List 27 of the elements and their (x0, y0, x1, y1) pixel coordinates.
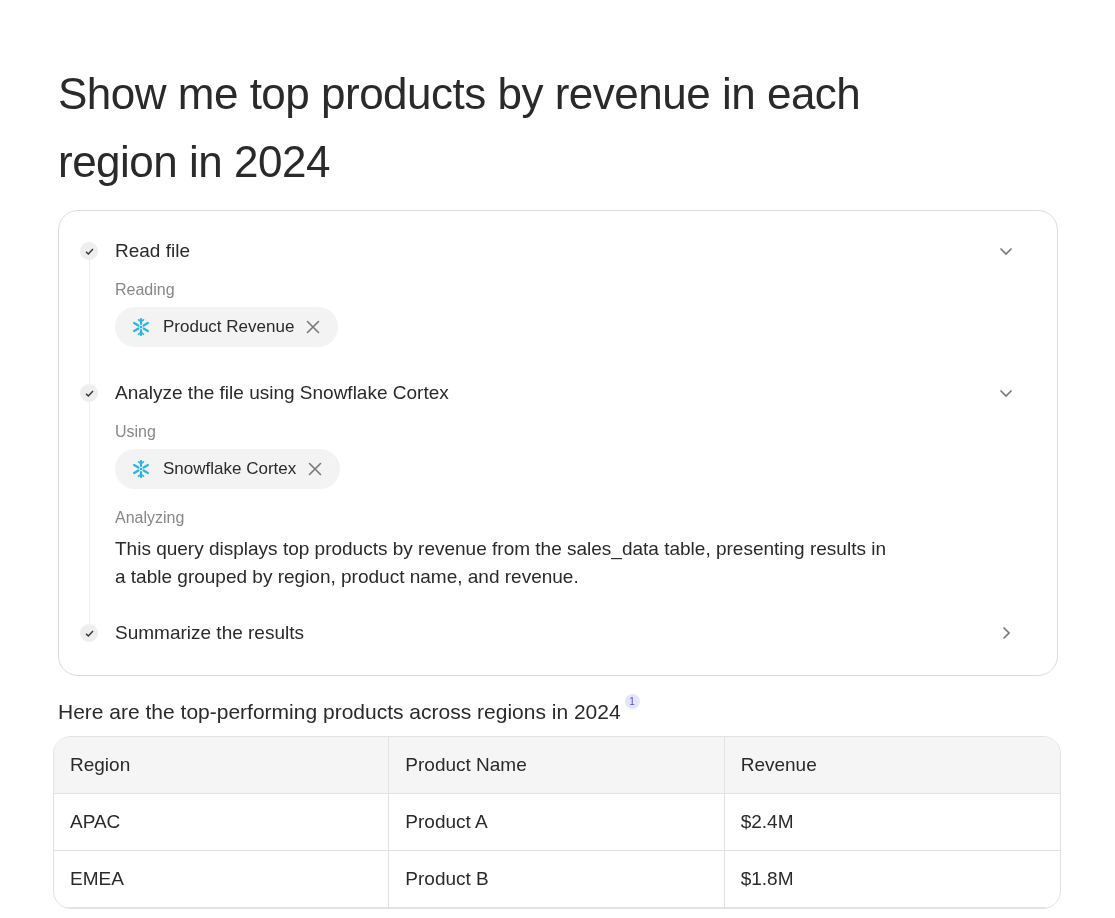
table-cell: Product A (389, 794, 725, 851)
snowflake-icon (131, 459, 151, 479)
footnote-badge[interactable]: 1 (624, 694, 640, 709)
table-cell: $1.8M (724, 851, 1060, 908)
step-title[interactable]: Analyze the file using Snowflake Cortex (115, 382, 999, 404)
table-cell: $2.4M (724, 794, 1060, 851)
column-header: Revenue (724, 737, 1060, 794)
step-title[interactable]: Read file (115, 240, 999, 262)
close-icon[interactable] (306, 320, 321, 334)
column-header: Product Name (389, 737, 725, 794)
analysis-text: This query displays top products by revenue from the sales_data table, presenting results in a table grouped by region, product name, and revenue. (115, 537, 887, 589)
step-title[interactable]: Summarize the results (115, 622, 999, 644)
section-label: Analyzing (115, 509, 186, 527)
snowflake-icon (131, 317, 151, 337)
chip-label: Snowflake Cortex (163, 459, 297, 479)
table-cell: APAC (54, 794, 390, 851)
chip-label: Product Revenue (163, 317, 295, 337)
section-label: Using (115, 423, 157, 441)
section-label: Reading (115, 281, 176, 299)
table-cell: Product B (389, 851, 725, 908)
source-chip[interactable]: Snowflake Cortex (115, 449, 341, 489)
close-icon[interactable] (308, 462, 323, 476)
page-heading: Show me top products by revenue in each region in 2024 (58, 68, 862, 188)
answer-text: Here are the top-performing products across regions in 2024 (58, 700, 621, 724)
column-header: Region (54, 737, 390, 794)
source-chip[interactable]: Product Revenue (115, 307, 339, 347)
table-cell: EMEA (54, 851, 390, 908)
